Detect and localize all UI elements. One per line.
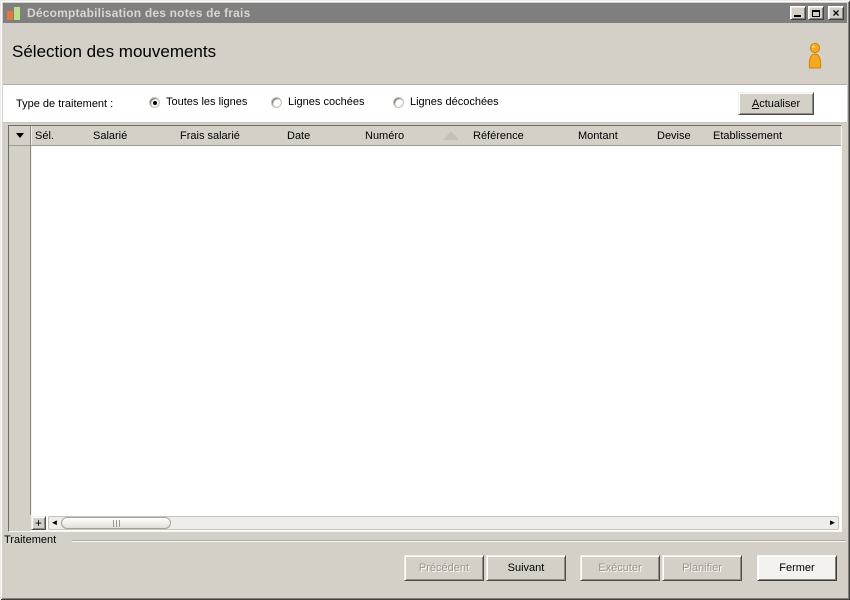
title-bar[interactable]: Décomptabilisation des notes de frais ×: [3, 3, 847, 23]
group-divider-line: [72, 540, 846, 542]
radio-label: Lignes décochées: [410, 96, 499, 108]
treatment-type-label: Type de traitement :: [16, 98, 114, 110]
close-dialog-button[interactable]: Fermer: [757, 555, 837, 581]
grid-header-row: Sél. Salarié Frais salarié Date Numéro R…: [9, 126, 841, 146]
thumb-grip: [115, 519, 117, 527]
radio-icon: [271, 96, 282, 108]
next-button[interactable]: Suivant: [486, 555, 566, 581]
grid-body: [9, 146, 841, 515]
refresh-button[interactable]: Actualiser: [738, 92, 814, 115]
column-header-salarie[interactable]: Salarié: [89, 126, 176, 145]
column-header-devise[interactable]: Devise: [653, 126, 709, 145]
grid-selector-header[interactable]: [9, 126, 31, 145]
minimize-button[interactable]: [790, 6, 806, 20]
app-icon: [6, 6, 22, 21]
treatment-group-label: Traitement: [4, 534, 57, 546]
maximize-button[interactable]: [808, 6, 824, 20]
column-header-reference[interactable]: Référence: [469, 126, 574, 145]
radio-toutes-les-lignes[interactable]: Toutes les lignes: [149, 96, 247, 108]
thumb-grip: [118, 519, 120, 527]
close-icon: ×: [832, 6, 840, 20]
scrollbar-thumb[interactable]: [61, 517, 171, 529]
radio-icon: [393, 96, 404, 108]
column-header-numero[interactable]: Numéro: [361, 126, 469, 145]
radio-lignes-decochees[interactable]: Lignes décochées: [393, 96, 499, 108]
person-icon: [804, 42, 826, 73]
previous-button[interactable]: Précédent: [404, 555, 484, 581]
window-title: Décomptabilisation des notes de frais: [27, 6, 251, 20]
scroll-right-icon[interactable]: ►: [827, 517, 838, 529]
column-header-frais-salarie[interactable]: Frais salarié: [176, 126, 283, 145]
radio-label: Lignes cochées: [288, 96, 365, 108]
radio-lignes-cochees[interactable]: Lignes cochées: [271, 96, 364, 108]
horizontal-scrollbar[interactable]: ◄ ►: [48, 516, 839, 530]
grid-empty-area[interactable]: [31, 146, 841, 515]
chevron-down-icon: [15, 133, 24, 138]
column-header-montant[interactable]: Montant: [574, 126, 653, 145]
radio-label: Toutes les lignes: [166, 96, 248, 108]
filter-bar: Type de traitement : Toutes les lignes L…: [3, 84, 847, 123]
page-title: Sélection des mouvements: [12, 42, 217, 61]
column-header-date[interactable]: Date: [283, 126, 361, 145]
grid-row-selector-gutter: [9, 146, 31, 515]
maximize-icon: [812, 9, 820, 17]
thumb-grip: [112, 519, 114, 527]
execute-button[interactable]: Exécuter: [580, 555, 660, 581]
radio-icon: [149, 96, 160, 108]
app-icon-green-bar: [14, 6, 20, 20]
dialog-window: Décomptabilisation des notes de frais × …: [0, 0, 850, 600]
app-icon-orange-bar: [7, 10, 13, 20]
gutter-stub: [9, 515, 31, 531]
grid-scroll-row: + ◄ ►: [9, 515, 841, 531]
column-header-etablissement[interactable]: Etablissement: [709, 126, 841, 145]
column-header-sel[interactable]: Sél.: [31, 126, 89, 145]
close-button[interactable]: ×: [828, 6, 844, 20]
minimize-icon: [794, 15, 801, 17]
window-controls: ×: [790, 6, 844, 20]
plan-button[interactable]: Planifier: [662, 555, 742, 581]
movements-grid: Sél. Salarié Frais salarié Date Numéro R…: [8, 125, 842, 532]
sort-asc-icon: [443, 131, 459, 140]
add-row-button[interactable]: +: [31, 516, 46, 530]
scroll-left-icon[interactable]: ◄: [49, 517, 60, 529]
